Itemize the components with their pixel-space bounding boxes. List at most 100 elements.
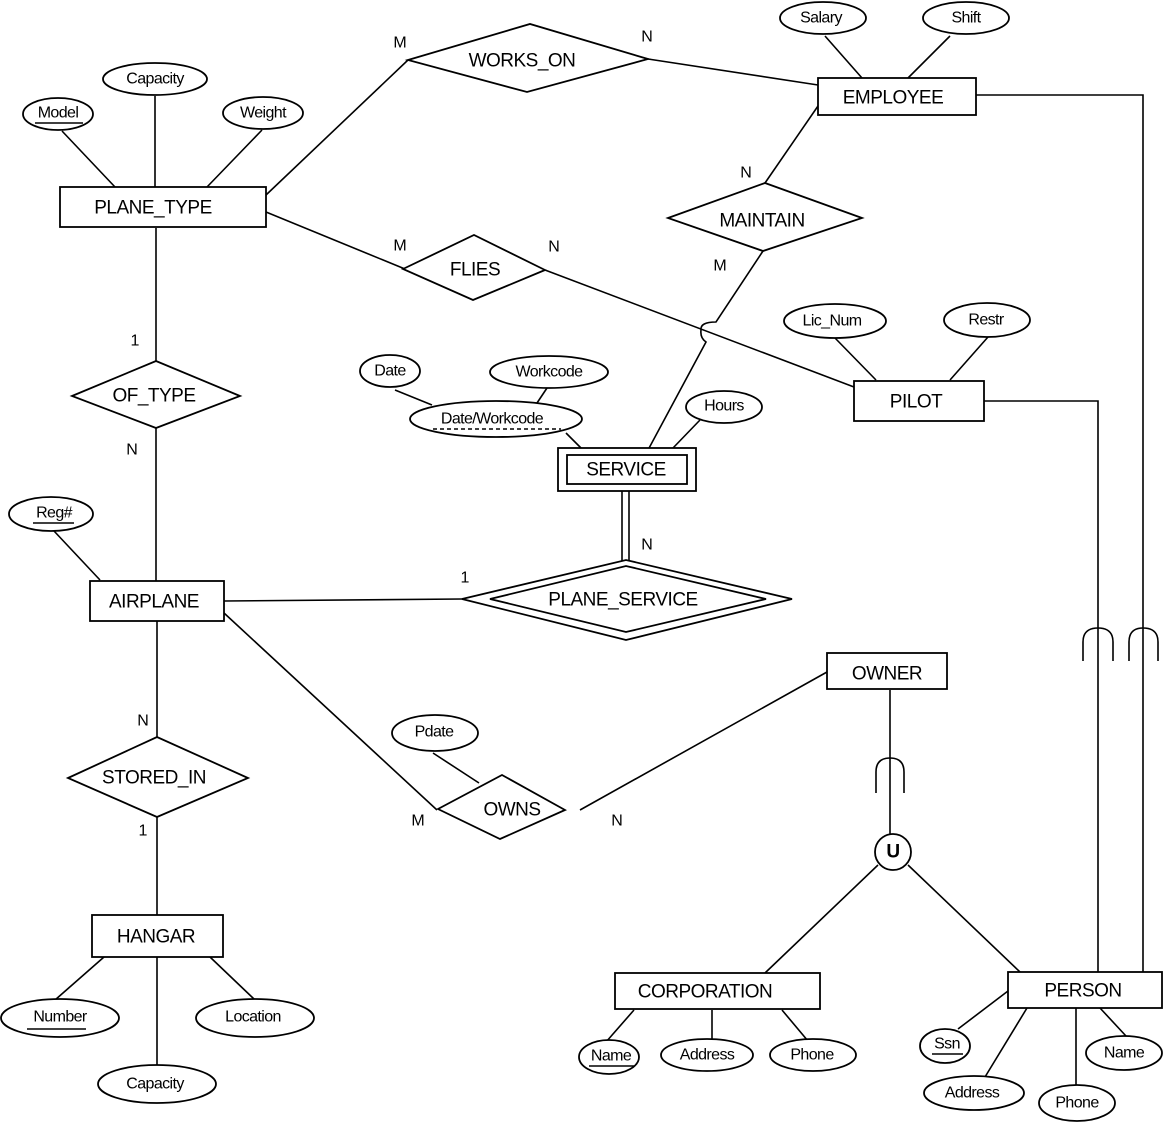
attribute-label: Location (225, 1009, 281, 1026)
attribute-label: Address (945, 1085, 1000, 1102)
line-planetype-flies (265, 211, 406, 270)
cardinality-label: M (393, 238, 406, 255)
entity-label: PLANE_TYPE (94, 198, 212, 219)
cardinality-label: N (641, 537, 653, 554)
entity-label: AIRPLANE (109, 592, 199, 613)
attribute-person-phone[interactable]: Phone (1038, 1084, 1116, 1122)
line-licnum (834, 337, 877, 381)
relationship-label: PLANE_SERVICE (548, 590, 697, 611)
union-label: U (886, 842, 899, 863)
line-person-address (984, 1007, 1028, 1078)
attribute-model[interactable]: Model (22, 97, 94, 131)
entity-hangar[interactable]: HANGAR (91, 914, 224, 958)
relationship-stored-in[interactable]: STORED_IN (65, 736, 251, 818)
cardinality-label: M (393, 35, 406, 52)
attribute-weight[interactable]: Weight (222, 96, 304, 130)
attribute-corporation-name[interactable]: Name (578, 1039, 640, 1075)
attribute-label: Lic_Num (803, 313, 862, 330)
entity-service[interactable]: SERVICE (557, 447, 697, 492)
line-salary (824, 35, 863, 79)
attribute-label: Name (1104, 1045, 1145, 1062)
attribute-label: Capacity (126, 71, 184, 88)
attribute-label: Name (591, 1048, 632, 1065)
line-restr (949, 336, 989, 381)
attribute-shift[interactable]: Shift (922, 1, 1010, 35)
line-corp-name (605, 1009, 635, 1043)
attribute-plane-capacity[interactable]: Capacity (102, 62, 208, 96)
attribute-label: Capacity (126, 1076, 184, 1093)
line-airplane-planeservice (223, 598, 463, 602)
relationship-owns[interactable]: OWNS (436, 773, 568, 840)
entity-employee[interactable]: EMPLOYEE (817, 77, 977, 116)
line-pdate (432, 752, 480, 784)
line-employee-maintain (764, 105, 819, 184)
attribute-pdate[interactable]: Pdate (391, 714, 479, 752)
relationship-label: OWNS (483, 800, 540, 821)
line-ssn (957, 990, 1009, 1030)
attribute-person-address[interactable]: Address (923, 1075, 1025, 1111)
attribute-label: Workcode (516, 364, 584, 381)
entity-pilot[interactable]: PILOT (853, 380, 985, 422)
line-model (61, 130, 116, 188)
relationship-flies[interactable]: FLIES (400, 233, 548, 301)
attribute-salary[interactable]: Salary (779, 1, 867, 35)
entity-corporation[interactable]: CORPORATION (614, 972, 821, 1010)
attribute-ssn[interactable]: Ssn (919, 1028, 971, 1064)
line-union-person (907, 864, 1021, 973)
attribute-lic-num[interactable]: Lic_Num (783, 303, 887, 339)
line-workcode (536, 387, 548, 404)
line-airplane-owns (223, 612, 438, 811)
entity-plane-type[interactable]: PLANE_TYPE (59, 186, 267, 228)
attribute-number[interactable]: Number (0, 998, 120, 1038)
attribute-label: Number (33, 1009, 88, 1026)
attribute-label: Salary (800, 10, 842, 27)
line-date (394, 389, 433, 406)
relationship-label: FLIES (450, 260, 500, 281)
attribute-location[interactable]: Location (195, 998, 315, 1038)
attribute-label: Phone (790, 1047, 834, 1064)
relationship-works-on[interactable]: WORKS_ON (404, 23, 652, 93)
union-circle: U (874, 833, 912, 871)
attribute-hours[interactable]: Hours (685, 390, 763, 424)
attribute-date[interactable]: Date (359, 354, 421, 388)
relationship-label: STORED_IN (102, 768, 206, 789)
attribute-label: Restr (968, 312, 1004, 329)
attribute-label: Date/Workcode (441, 411, 544, 428)
er-diagram: PLANE_TYPE EMPLOYEE PILOT SERVICE AIRPLA… (0, 1, 1163, 1122)
relationship-label: MAINTAIN (719, 211, 804, 232)
line-number (54, 956, 105, 1001)
attribute-corporation-phone[interactable]: Phone (769, 1038, 857, 1072)
relationship-maintain[interactable]: MAINTAIN (665, 182, 865, 252)
relationship-plane-service[interactable]: PLANE_SERVICE (461, 559, 793, 641)
attribute-hangar-capacity[interactable]: Capacity (97, 1064, 217, 1104)
attribute-reg[interactable]: Reg# (8, 496, 94, 532)
attribute-restr[interactable]: Restr (943, 302, 1031, 338)
attribute-person-name[interactable]: Name (1085, 1035, 1163, 1071)
line-shift (907, 35, 951, 79)
line-reg (53, 530, 101, 581)
attribute-workcode[interactable]: Workcode (489, 355, 609, 389)
attribute-date-workcode[interactable]: Date/Workcode (409, 400, 583, 438)
line-person-name (1099, 1007, 1127, 1037)
line-planetype-workson (265, 59, 409, 196)
line-datewc (565, 432, 582, 449)
entity-label: SERVICE (586, 460, 666, 481)
relationship-label: OF_TYPE (112, 386, 195, 407)
entity-person[interactable]: PERSON (1007, 971, 1163, 1009)
line-workson-employee (647, 58, 819, 86)
cardinality-label: N (137, 713, 149, 730)
attribute-label: Hours (704, 398, 744, 415)
entity-label: PILOT (890, 392, 943, 413)
attribute-label: Model (38, 105, 79, 122)
entity-owner[interactable]: OWNER (826, 652, 948, 690)
line-owns-owner (579, 671, 828, 811)
cardinality-label: N (740, 165, 752, 182)
entity-airplane[interactable]: AIRPLANE (89, 580, 225, 622)
line-weight (206, 129, 263, 188)
cardinality-label: 1 (461, 570, 470, 587)
relationship-of-type[interactable]: OF_TYPE (69, 360, 243, 429)
entity-label: OWNER (852, 664, 922, 685)
cardinality-label: 1 (139, 823, 148, 840)
attribute-corporation-address[interactable]: Address (660, 1038, 754, 1072)
attribute-label: Phone (1055, 1095, 1099, 1112)
